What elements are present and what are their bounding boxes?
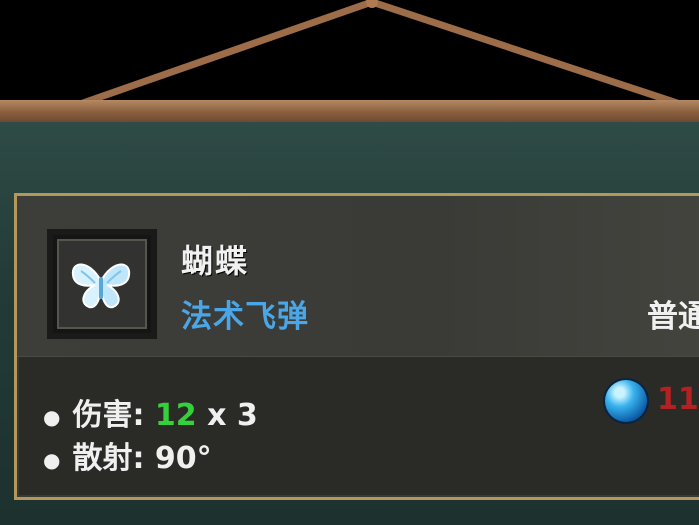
mana-cost: 11 [657,382,699,417]
spread-stat: ● 散射: 90° [43,433,212,477]
spread-label: 散射: [72,441,145,476]
damage-multiplier: x 3 [207,398,258,433]
damage-stat: ● 伤害: 12 x 3 [43,390,258,434]
butterfly-icon [71,263,131,309]
spread-value: 90° [154,441,212,476]
item-icon-frame [47,229,157,339]
damage-label: 伤害: [72,398,145,433]
item-tooltip-card: 蝴蝶 法术飞弹 普通 ● 伤害: 12 x 3 ● 散射: 90° 11 [14,193,699,500]
blue-orb-icon [605,380,647,422]
hanging-rope [76,0,684,108]
bullet-icon: ● [43,404,61,429]
bullet-icon: ● [43,447,61,472]
item-name: 蝴蝶 [181,242,250,280]
item-type: 法术飞弹 [181,299,309,335]
hanging-rail [0,100,699,122]
item-rarity: 普通 [647,299,699,335]
item-header: 蝴蝶 法术飞弹 普通 [17,196,699,357]
damage-value: 12 [154,398,197,433]
